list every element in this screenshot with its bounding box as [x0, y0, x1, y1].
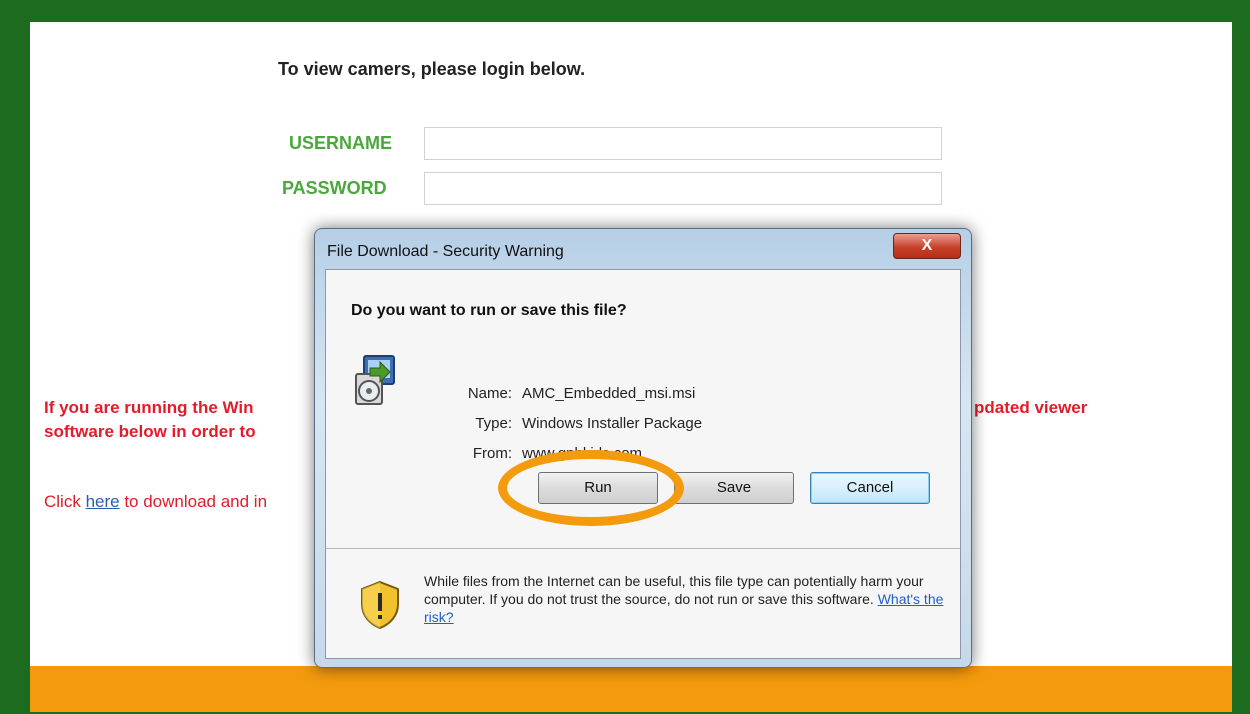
type-key: Type: — [475, 415, 512, 432]
cancel-button[interactable]: Cancel — [810, 472, 930, 504]
login-heading: To view camers, please login below. — [278, 59, 586, 79]
from-key: From: — [472, 445, 512, 462]
type-value: Windows Installer Package — [522, 415, 703, 432]
name-value: AMC_Embedded_msi.msi — [522, 385, 696, 402]
risk-text: While files from the Internet can be use… — [424, 573, 924, 607]
password-input[interactable] — [424, 172, 942, 205]
name-key: Name: — [467, 385, 512, 402]
close-icon: X — [921, 237, 933, 254]
download-here-link[interactable]: here — [86, 492, 120, 511]
dialog-question: Do you want to run or save this file? — [351, 302, 627, 319]
username-input[interactable] — [424, 127, 942, 160]
dialog-body: Do you want to run or save this file? Na… — [325, 269, 961, 659]
close-button[interactable]: X — [893, 233, 961, 259]
username-label: USERNAME — [289, 133, 393, 153]
password-label: PASSWORD — [282, 178, 387, 198]
click-prefix: Click — [44, 492, 86, 511]
footer-bar — [30, 666, 1232, 712]
dialog-separator — [326, 548, 960, 549]
installer-package-icon — [355, 355, 395, 405]
dialog-title: File Download - Security Warning — [327, 243, 564, 260]
warning-line1-right: pdated viewer — [974, 398, 1088, 417]
warning-line2-left: software below in order to — [44, 422, 256, 441]
run-highlight-circle — [498, 450, 684, 526]
security-warning-dialog: File Download - Security Warning X Do yo… — [314, 228, 972, 668]
click-suffix: to download and in — [119, 492, 268, 511]
download-instruction: Click here to download and in — [44, 492, 267, 512]
save-button[interactable]: Save — [674, 472, 794, 504]
shield-warning-icon — [361, 580, 399, 630]
warning-line1-left: If you are running the Win — [44, 398, 254, 417]
risk-explanation: While files from the Internet can be use… — [424, 572, 944, 626]
